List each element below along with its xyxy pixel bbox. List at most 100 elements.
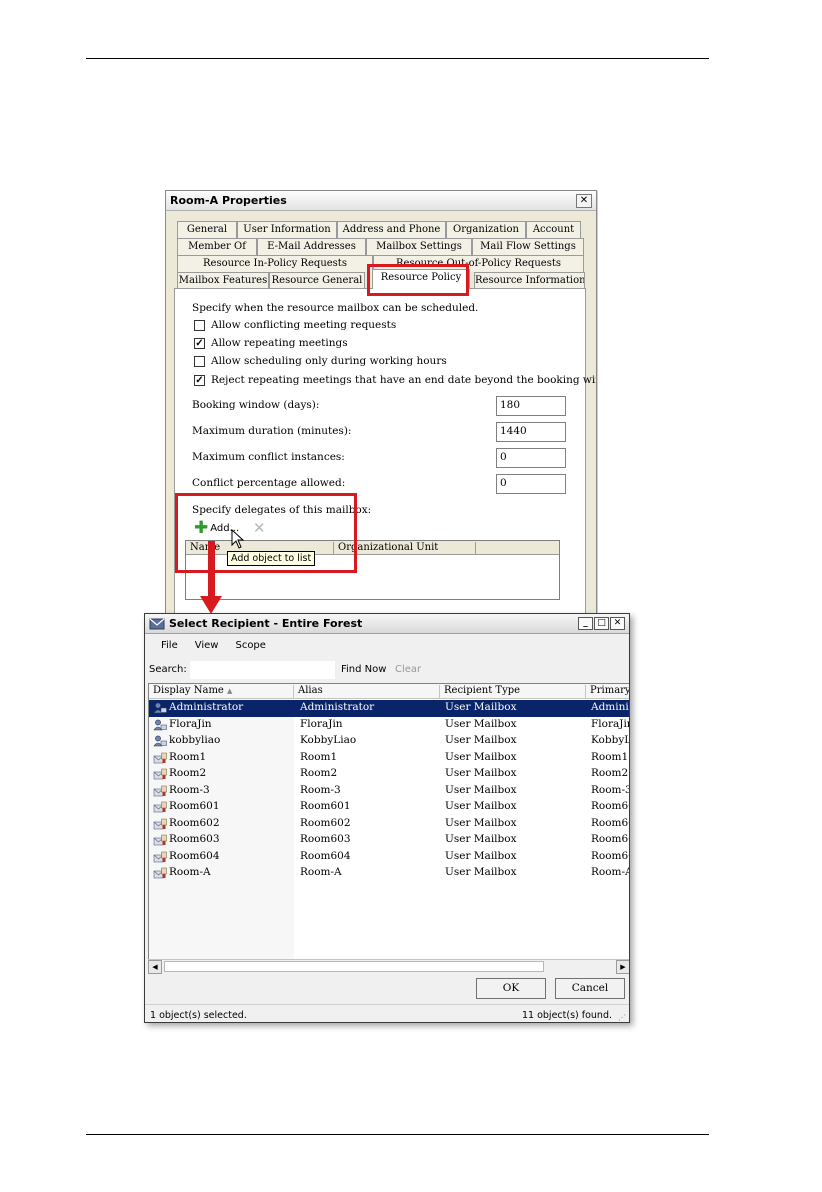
- search-input[interactable]: [190, 661, 335, 679]
- tab-mailbox-features[interactable]: Mailbox Features: [177, 272, 269, 289]
- cell-recipient-type: User Mailbox: [445, 800, 517, 812]
- table-row[interactable]: Room603 Room603 User Mailbox Room60: [149, 832, 629, 849]
- booking-window-input[interactable]: 180: [496, 396, 566, 416]
- allow-conflicting-label: Allow conflicting meeting requests: [211, 319, 397, 331]
- tab-organization[interactable]: Organization: [446, 221, 526, 238]
- cell-display-name: kobbyliao: [169, 734, 221, 746]
- properties-title-bar: Room-A Properties ✕: [166, 191, 596, 211]
- cancel-button[interactable]: Cancel: [555, 978, 625, 999]
- tab-member-of[interactable]: Member Of: [177, 238, 257, 255]
- allow-repeating-checkbox[interactable]: ✓: [194, 338, 205, 349]
- working-hours-label: Allow scheduling only during working hou…: [211, 355, 447, 367]
- maximize-icon[interactable]: □: [594, 617, 609, 630]
- col-display-name[interactable]: Display Name ▲: [149, 685, 294, 698]
- cell-alias: KobbyLiao: [300, 734, 357, 746]
- reject-repeating-label: Reject repeating meetings that have an e…: [211, 374, 597, 386]
- working-hours-checkbox[interactable]: [194, 356, 205, 367]
- cell-alias: Room602: [300, 816, 351, 829]
- max-conflict-label: Maximum conflict instances:: [192, 451, 345, 463]
- tab-resource-policy[interactable]: Resource Policy: [372, 269, 470, 289]
- table-row[interactable]: Room601 Room601 User Mailbox Room60: [149, 799, 629, 816]
- delegates-list[interactable]: Name Organizational Unit: [185, 540, 560, 600]
- remove-icon[interactable]: ✕: [253, 519, 266, 537]
- room-mailbox-icon: [153, 752, 167, 763]
- tab-general[interactable]: General: [177, 221, 237, 238]
- cell-recipient-type: User Mailbox: [445, 816, 517, 829]
- max-conflict-input[interactable]: 0: [496, 448, 566, 468]
- col-alias[interactable]: Alias: [294, 685, 440, 698]
- room-mailbox-icon: [153, 801, 167, 813]
- select-title: Select Recipient - Entire Forest: [169, 617, 363, 630]
- add-tooltip: Add object to list: [227, 551, 316, 566]
- tab-email-addresses[interactable]: E-Mail Addresses: [257, 238, 366, 255]
- cell-recipient-type: User Mailbox: [445, 767, 517, 779]
- horizontal-scrollbar[interactable]: ◀ ▶: [148, 959, 629, 974]
- schedule-heading: Specify when the resource mailbox can be…: [192, 302, 479, 314]
- recipient-grid[interactable]: Display Name ▲ Alias Recipient Type Prim…: [148, 683, 629, 973]
- cell-display-name: Administrator: [169, 701, 244, 713]
- cell-alias: Room-3: [300, 783, 341, 796]
- resize-grip-icon[interactable]: ⋰: [618, 1013, 626, 1022]
- find-now-button[interactable]: Find Now: [341, 664, 386, 675]
- tab-row-1: General User Information Address and Pho…: [174, 221, 586, 238]
- cell-primary: Room60: [591, 816, 629, 829]
- tab-mail-flow-settings[interactable]: Mail Flow Settings: [472, 238, 584, 255]
- minimize-icon[interactable]: _: [578, 617, 593, 630]
- cell-primary: Room60: [591, 800, 629, 812]
- close-window-icon[interactable]: ✕: [610, 617, 625, 630]
- col-recipient-type[interactable]: Recipient Type: [440, 685, 586, 698]
- tab-row-4: Mailbox Features Resource General Resour…: [174, 269, 586, 289]
- col-primary[interactable]: Primary: [586, 685, 629, 698]
- cell-alias: Room601: [300, 800, 351, 812]
- scroll-right-icon[interactable]: ▶: [616, 960, 629, 974]
- cell-recipient-type: User Mailbox: [445, 849, 517, 862]
- menu-file[interactable]: File: [161, 640, 178, 651]
- table-row[interactable]: Room1 Room1 User Mailbox Room1(: [149, 750, 629, 767]
- cell-display-name: Room-3: [169, 783, 210, 796]
- mouse-cursor-icon: [231, 529, 245, 549]
- close-icon[interactable]: ✕: [576, 193, 592, 208]
- cell-primary: Room60: [591, 833, 629, 845]
- allow-repeating-label: Allow repeating meetings: [211, 337, 348, 349]
- room-mailbox-icon: [153, 834, 167, 846]
- scroll-thumb[interactable]: [164, 961, 544, 972]
- cell-alias: Room-A: [300, 866, 342, 878]
- tab-resource-general[interactable]: Resource General: [269, 272, 365, 289]
- table-row[interactable]: Room-A Room-A User Mailbox Room-A: [149, 865, 629, 882]
- cell-display-name: FloraJin: [169, 717, 212, 730]
- menu-scope[interactable]: Scope: [235, 640, 265, 651]
- arrow-shaft: [208, 541, 215, 597]
- tab-resource-in-policy[interactable]: Resource In-Policy Requests: [177, 255, 373, 272]
- status-bar: 1 object(s) selected. 11 object(s) found…: [145, 1004, 629, 1022]
- table-row[interactable]: Room2 Room2 User Mailbox Room2(: [149, 766, 629, 783]
- cell-alias: Room2: [300, 767, 338, 779]
- table-row[interactable]: kobbyliao KobbyLiao User Mailbox KobbyL: [149, 733, 629, 750]
- menu-view[interactable]: View: [195, 640, 219, 651]
- tab-mailbox-settings[interactable]: Mailbox Settings: [366, 238, 472, 255]
- tab-resource-information[interactable]: Resource Information: [474, 272, 585, 289]
- user-icon: [153, 702, 167, 714]
- cell-alias: Room603: [300, 833, 351, 845]
- tab-address-and-phone[interactable]: Address and Phone: [337, 221, 446, 238]
- reject-repeating-checkbox[interactable]: ✓: [194, 375, 205, 386]
- max-duration-input[interactable]: 1440: [496, 422, 566, 442]
- table-row[interactable]: Room-3 Room-3 User Mailbox Room-3: [149, 783, 629, 800]
- table-row[interactable]: Administrator Administrator User Mailbox Ad…: [149, 700, 629, 717]
- cell-recipient-type: User Mailbox: [445, 750, 517, 763]
- cell-recipient-type: User Mailbox: [445, 783, 517, 796]
- table-row[interactable]: Room602 Room602 User Mailbox Room60: [149, 816, 629, 833]
- clear-button[interactable]: Clear: [395, 664, 421, 675]
- cell-alias: Room1: [300, 750, 338, 763]
- arrow-down-icon: [200, 596, 222, 614]
- grid-header: Display Name ▲ Alias Recipient Type Prim…: [149, 684, 629, 699]
- ok-button[interactable]: OK: [476, 978, 546, 999]
- allow-conflicting-checkbox[interactable]: [194, 320, 205, 331]
- table-row[interactable]: FloraJin FloraJin User Mailbox FloraJin: [149, 717, 629, 734]
- conflict-percentage-input[interactable]: 0: [496, 474, 566, 494]
- tab-account[interactable]: Account: [526, 221, 581, 238]
- tab-user-information[interactable]: User Information: [237, 221, 337, 238]
- delegates-col-ou[interactable]: Organizational Unit: [334, 542, 476, 554]
- properties-title: Room-A Properties: [170, 194, 287, 207]
- scroll-left-icon[interactable]: ◀: [148, 960, 162, 974]
- table-row[interactable]: Room604 Room604 User Mailbox Room60: [149, 849, 629, 866]
